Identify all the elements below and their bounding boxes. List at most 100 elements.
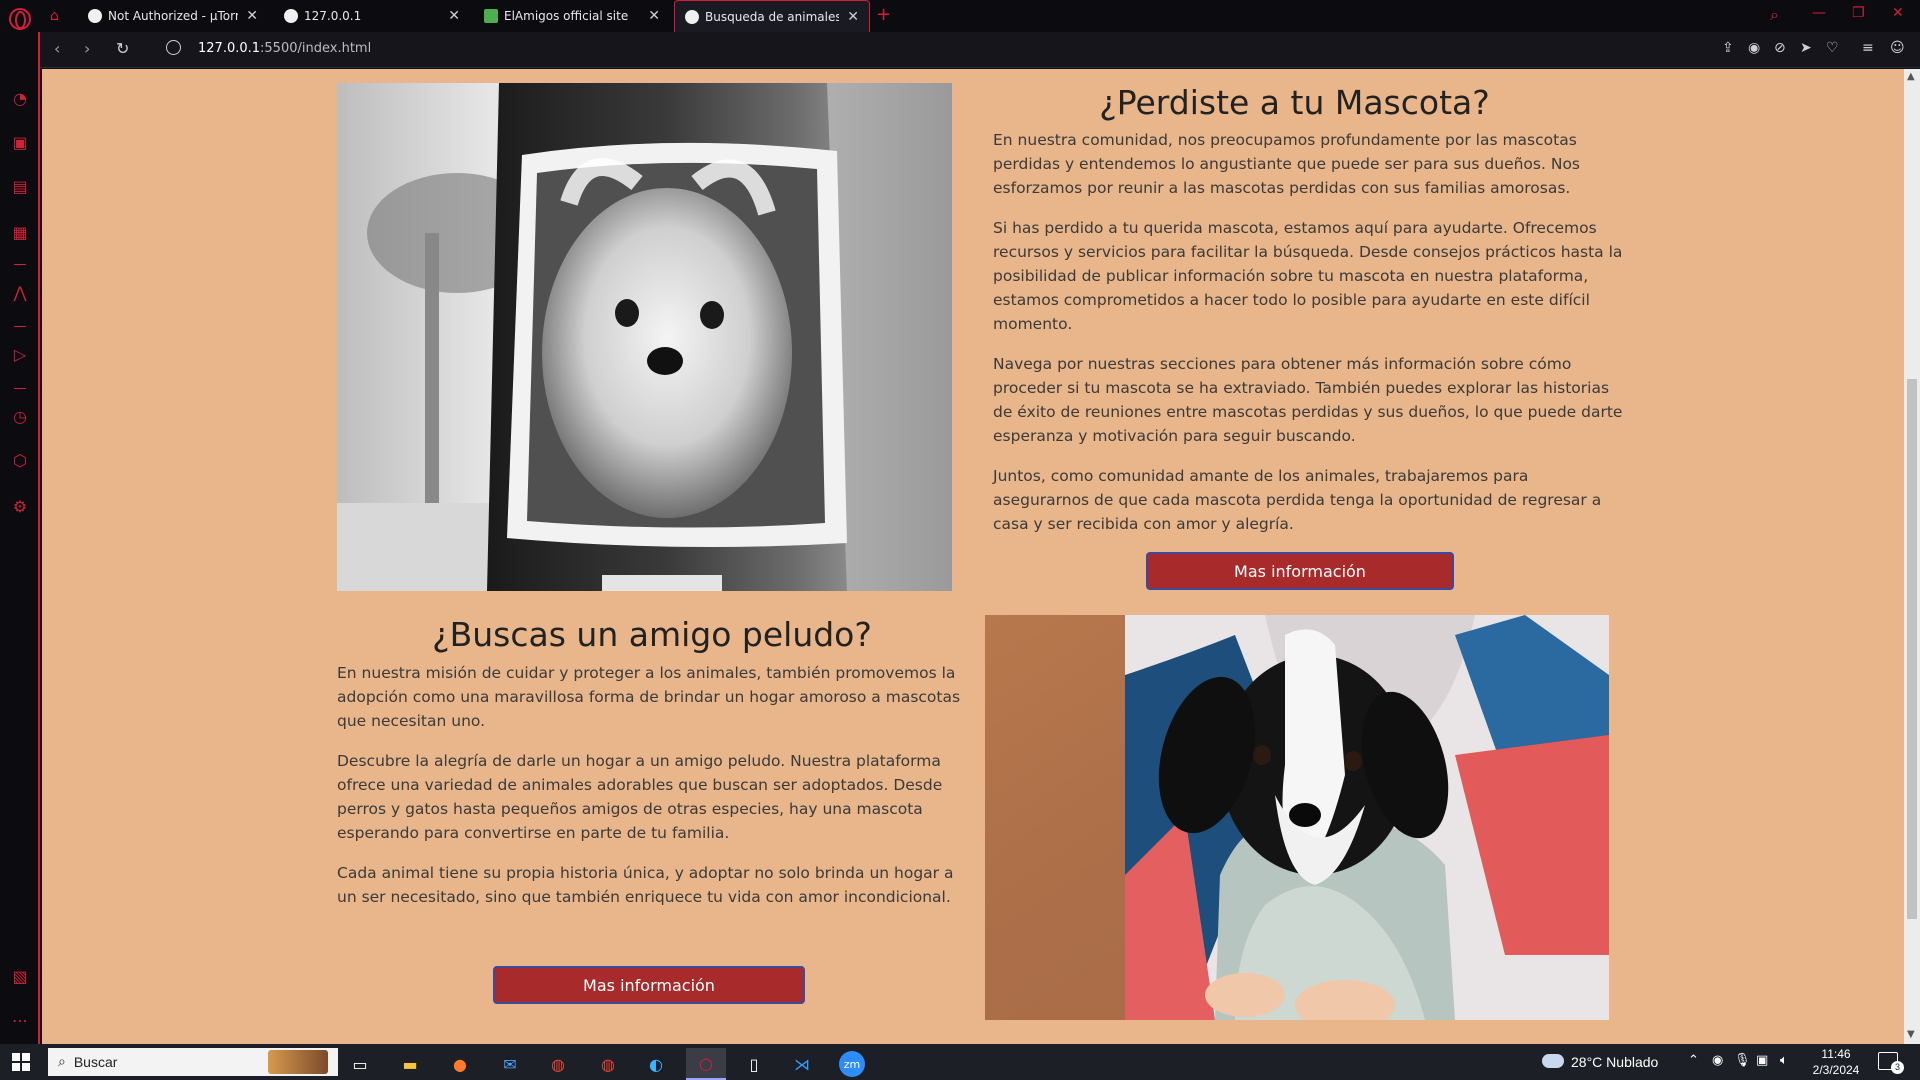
profile-icon[interactable]: ☺ [1890,40,1905,56]
extensions-icon[interactable]: ⬡ [11,452,29,470]
close-window-icon[interactable]: ✕ [1892,5,1904,21]
tray-record-icon[interactable]: ◉ [1712,1053,1723,1068]
tab-label: Not Authorized - µTorrent W [108,9,239,23]
globe-icon [685,9,699,24]
tab-elamigos[interactable]: ElAmigos official site ✕ [474,0,670,32]
lost-pet-title: ¿Perdiste a tu Mascota? [1099,83,1490,122]
adopt-title: ¿Buscas un amigo peludo? [432,615,872,654]
volume-icon[interactable]: 🔈︎ [1780,1053,1788,1068]
forward-icon[interactable]: › [84,39,90,58]
taskbar-search-box[interactable]: ⌕ Buscar [48,1048,338,1076]
share-icon[interactable]: ⇪ [1722,40,1734,56]
opera-gx-logo-icon[interactable] [9,8,31,30]
sidebar-divider [14,388,26,389]
network-icon[interactable]: ▣ [1756,1053,1768,1068]
gx-controller-icon[interactable]: ⌂ [50,8,59,24]
scroll-down-icon[interactable]: ▼ [1907,1029,1915,1040]
puppy-adoption-image [985,615,1609,1020]
page-scrollbar[interactable]: ▲ ▼ [1904,69,1920,1044]
back-icon[interactable]: ‹ [54,39,60,58]
sidebar-divider [14,264,26,265]
easy-setup-icon[interactable]: ≡ [1862,40,1874,56]
gx-control-icon[interactable]: ◔ [11,90,29,108]
camera-icon[interactable]: ◉ [1748,40,1760,56]
edge-icon[interactable]: ◐ [636,1048,676,1080]
close-icon[interactable]: ✕ [448,8,460,24]
tab-label: Busqueda de animales perdi [705,9,840,24]
wallpaper-icon[interactable]: ▧ [11,968,29,986]
reload-icon[interactable]: ↻ [116,39,129,58]
adopt-paragraph-3: Cada animal tiene su propia historia úni… [337,864,954,906]
address-bar: ‹ › ↻ 127.0.0.1:5500/index.html ⇪ ◉ ⊘ ➤ … [40,32,1920,68]
globe-icon [284,9,298,23]
clock-time: 11:46 [1821,1047,1851,1061]
player-icon[interactable]: ▷ [11,346,29,364]
weather-text[interactable]: 28°C Nublado [1571,1054,1658,1070]
scrollbar-thumb[interactable] [1907,379,1917,919]
tab-localhost[interactable]: 127.0.0.1 ✕ [274,0,470,32]
url-field[interactable]: 127.0.0.1:5500/index.html [198,41,371,56]
vscode-icon[interactable]: ⋊ [782,1048,822,1080]
tab-busqueda-animales[interactable]: Busqueda de animales perdi ✕ [674,0,870,32]
lost-dog-poster-image [337,83,952,591]
file-explorer-icon[interactable]: ▬ [390,1048,430,1080]
settings-gear-icon[interactable]: ⚙ [11,498,29,516]
url-path: :5500/index.html [260,41,372,56]
puppy-adoption-photo [985,615,1609,1020]
search-tabs-icon[interactable]: ⌕ [1770,5,1779,25]
send-icon[interactable]: ➤ [1800,40,1812,56]
taskbar-search-placeholder: Buscar [73,1054,118,1070]
globe-icon [88,9,102,23]
clock-date: 2/3/2024 [1812,1063,1860,1077]
mail-icon[interactable]: ✉ [490,1048,530,1080]
firefox-icon[interactable]: ● [440,1048,480,1080]
page-viewport: ¿Perdiste a tu Mascota? En nuestra comun… [42,69,1904,1044]
gx-store-icon[interactable]: ▣ [11,134,29,152]
twitch-icon[interactable]: ▤ [11,178,29,196]
adopt-paragraph-1: En nuestra misión de cuidar y proteger a… [337,664,961,730]
restore-icon[interactable]: ❐ [1852,5,1865,21]
screen: ⌂ Not Authorized - µTorrent W ✕ 127.0.0.… [0,0,1920,1080]
url-host: 127.0.0.1 [198,41,261,56]
notification-count-badge: 3 [1891,1061,1904,1074]
tab-bar: ⌂ Not Authorized - µTorrent W ✕ 127.0.0.… [0,0,1920,32]
search-highlight-image [268,1050,328,1074]
search-icon: ⌕ [58,1054,66,1070]
adblock-icon[interactable]: ⊘ [1774,40,1786,56]
windows-taskbar: ⌕ Buscar ▭ ▬ ● ✉ ◍ ◍ ◐ ○ ▯ ⋊ zm 28°C Nub… [0,1044,1920,1080]
close-icon[interactable]: ✕ [847,9,859,25]
minimize-icon[interactable]: — [1812,5,1826,21]
cleaner-icon[interactable]: ▦ [11,224,29,242]
lost-pet-paragraph-2: Si has perdido a tu querida mascota, est… [993,219,1623,333]
zoom-icon[interactable]: zm [832,1048,872,1080]
new-tab-plus-icon[interactable]: + [876,4,891,25]
heart-icon[interactable]: ♡ [1826,40,1839,56]
chrome-icon[interactable]: ◍ [538,1048,578,1080]
lost-pet-paragraph-4: Juntos, como comunidad amante de los ani… [993,467,1602,533]
scroll-up-icon[interactable]: ▲ [1907,71,1915,82]
lost-dog-poster-photo [337,83,952,591]
close-icon[interactable]: ✕ [648,8,660,24]
adopt-paragraph-2: Descubre la alegría de darle un hogar a … [337,752,943,842]
chrome-profile-icon[interactable]: ◍ [588,1048,628,1080]
tab-utorrent[interactable]: Not Authorized - µTorrent W ✕ [78,0,268,32]
task-view-icon[interactable]: ▭ [340,1048,380,1080]
notepad-icon[interactable]: ▯ [734,1048,774,1080]
lost-pet-more-info-button[interactable]: Mas información [1146,552,1454,590]
history-icon[interactable]: ◷ [11,408,29,426]
site-info-globe-icon[interactable] [166,40,181,55]
gx-corner-icon[interactable]: ⋀ [11,284,29,302]
more-options-icon[interactable]: ⋯ [11,1012,29,1030]
opera-gx-taskbar-icon[interactable]: ○ [686,1048,726,1080]
cloud-weather-icon[interactable] [1542,1054,1564,1068]
green-square-icon [484,9,498,23]
tray-chevron-up-icon[interactable]: ⌃ [1688,1053,1699,1068]
sidebar-divider [14,326,26,327]
microphone-icon[interactable]: 🎙︎ [1734,1053,1751,1068]
adopt-more-info-button[interactable]: Mas información [493,966,805,1004]
taskbar-clock[interactable]: 11:46 2/3/2024 [1810,1046,1862,1078]
lost-pet-paragraph-1: En nuestra comunidad, nos preocupamos pr… [993,131,1581,197]
sidebar: ◔ ▣ ▤ ▦ ⋀ ▷ ◷ ⬡ ⚙ ▧ ⋯ [0,32,40,1044]
close-icon[interactable]: ✕ [246,8,258,24]
windows-start-icon[interactable] [12,1053,30,1071]
